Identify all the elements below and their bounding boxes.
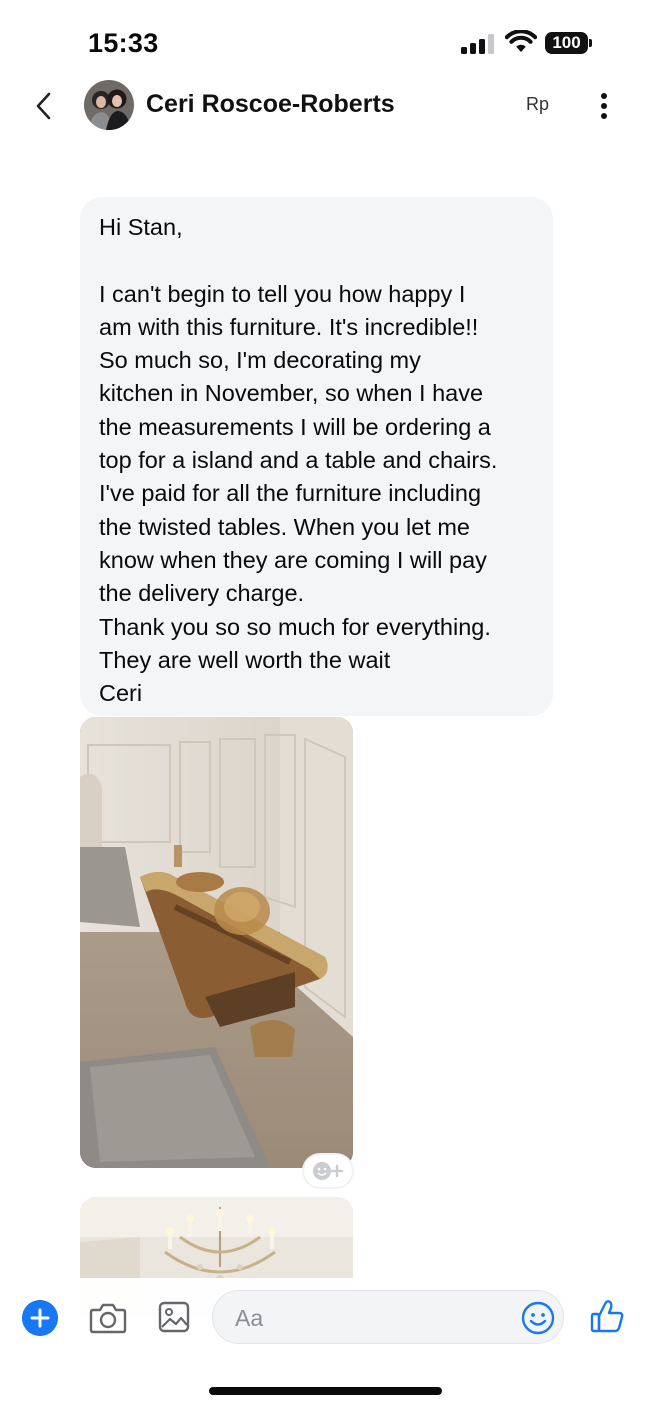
- message-line: am with this furniture. It's incredible!…: [99, 313, 479, 340]
- message-line: Ceri: [99, 680, 143, 707]
- table-photo: [80, 717, 353, 1168]
- vertical-dots-icon[interactable]: [590, 90, 618, 122]
- message-line: I can't begin to tell you how happy I: [99, 280, 466, 307]
- avatar-photo: [84, 80, 134, 130]
- chat-header: Ceri Roscoe-Roberts Rp: [0, 72, 650, 142]
- wifi-icon: [505, 30, 537, 52]
- battery-tip: [589, 39, 592, 47]
- camera-icon[interactable]: [88, 1300, 128, 1336]
- status-bar: 15:33 100: [0, 0, 650, 80]
- message-line: So much so, I'm decorating my: [99, 347, 421, 374]
- battery-level: 100: [545, 32, 588, 54]
- message-bubble[interactable]: Hi Stan, I can't begin to tell you how h…: [80, 197, 553, 716]
- message-line: the twisted tables. When you let me: [99, 513, 470, 540]
- cellular-signal-icon: [461, 34, 494, 54]
- message-input[interactable]: Aa: [212, 1290, 564, 1344]
- message-line: Hi Stan,: [99, 214, 183, 240]
- contact-name[interactable]: Ceri Roscoe-Roberts: [146, 90, 395, 119]
- message-line: They are well worth the wait: [99, 646, 391, 673]
- home-indicator[interactable]: [209, 1387, 442, 1395]
- message-line: the measurements I will be ordering a: [99, 413, 491, 440]
- add-reaction-button[interactable]: [304, 1155, 352, 1187]
- battery-icon: 100: [545, 32, 593, 54]
- rp-badge[interactable]: Rp: [526, 94, 549, 115]
- message-line: kitchen in November, so when I have: [99, 380, 484, 407]
- plus-icon[interactable]: [22, 1300, 58, 1336]
- photo-attachment-table[interactable]: [80, 717, 353, 1168]
- message-input-placeholder: Aa: [235, 1305, 264, 1331]
- back-button[interactable]: [28, 86, 62, 126]
- message-line: top for a island and a table and chairs.: [99, 447, 498, 474]
- message-line: I've paid for all the furniture includin…: [99, 480, 482, 507]
- message-line: the delivery charge.: [99, 580, 305, 607]
- message-composer: Aa: [0, 1278, 650, 1358]
- message-line: Thank you so so much for everything.: [99, 613, 491, 640]
- thumbs-up-icon[interactable]: [588, 1296, 628, 1336]
- gallery-icon[interactable]: [157, 1299, 191, 1335]
- avatar[interactable]: [84, 80, 134, 130]
- status-time: 15:33: [88, 28, 159, 58]
- emoji-icon[interactable]: [520, 1300, 556, 1336]
- message-line: know when they are coming I will pay: [99, 546, 487, 573]
